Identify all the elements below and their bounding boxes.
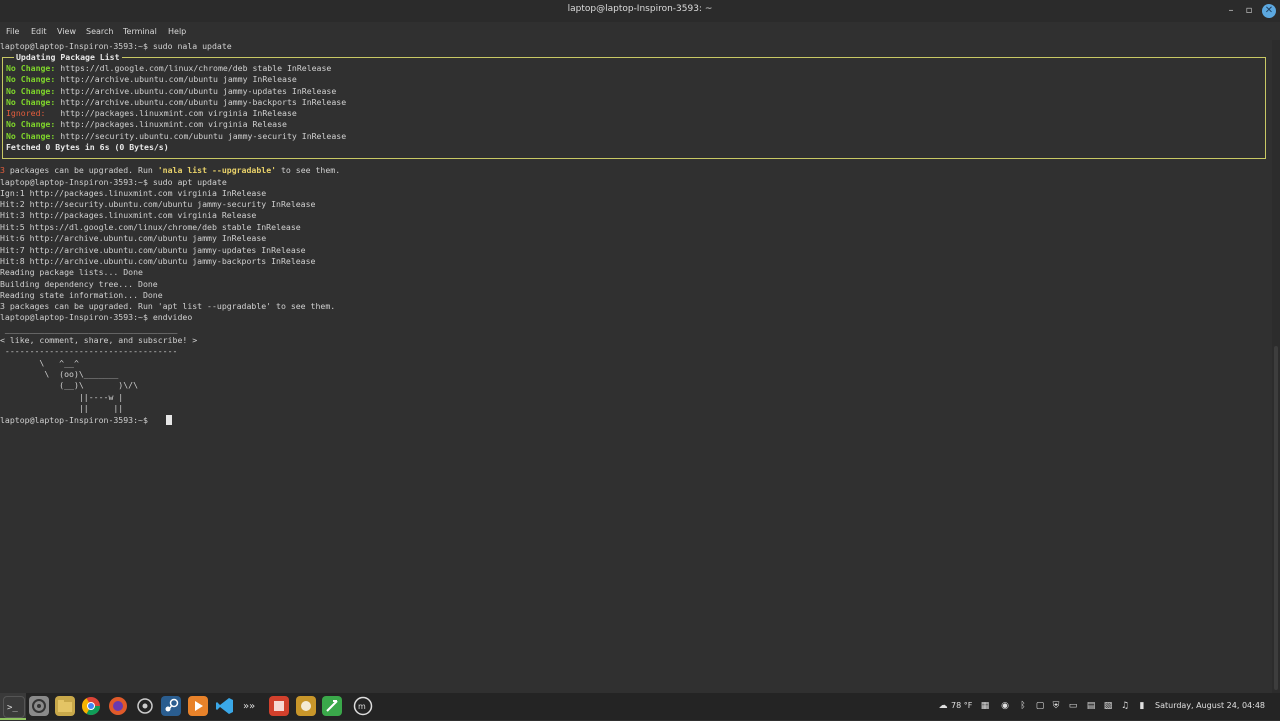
terminal-line: Ign:1 http://packages.linuxmint.com virg… xyxy=(0,188,267,198)
files-app-icon[interactable] xyxy=(55,696,75,716)
nala-fetched: Fetched 0 Bytes in 6s (0 Bytes/s) xyxy=(6,142,169,152)
mint-menu-app-icon[interactable]: m xyxy=(353,696,373,716)
app-green-icon xyxy=(326,700,338,712)
scrollbar-thumb[interactable] xyxy=(1274,346,1278,690)
nala-line: No Change: http://packages.linuxmint.com… xyxy=(6,119,287,129)
notes-icon[interactable]: ▤ xyxy=(1086,701,1096,711)
terminal-line: Hit:7 http://archive.ubuntu.com/ubuntu j… xyxy=(0,245,306,255)
terminal-line: 3 packages can be upgraded. Run 'nala li… xyxy=(0,165,341,175)
nala-line: No Change: http://archive.ubuntu.com/ubu… xyxy=(6,74,297,84)
weather-temp[interactable]: 78 °F xyxy=(951,701,972,710)
terminal-line: 3 packages can be upgraded. Run 'apt lis… xyxy=(0,301,336,311)
firefox-icon xyxy=(109,697,127,715)
svg-text:»»: »» xyxy=(243,701,255,712)
battery-icon[interactable]: ▮ xyxy=(1137,701,1147,711)
firefox-app-icon[interactable] xyxy=(108,696,128,716)
vscode-icon xyxy=(216,698,233,714)
nala-line: Ignored: http://packages.linuxmint.com v… xyxy=(6,108,297,118)
terminal-line: laptop@laptop-Inspiron-3593:~$ xyxy=(0,415,148,425)
terminal-line: Reading package lists... Done xyxy=(0,267,143,277)
svg-text:>_: >_ xyxy=(7,703,18,713)
menu-search[interactable]: Search xyxy=(86,27,113,36)
svg-text:m: m xyxy=(358,702,366,711)
terminal-line: Hit:8 http://archive.ubuntu.com/ubuntu j… xyxy=(0,256,316,266)
nala-line: No Change: http://archive.ubuntu.com/ubu… xyxy=(6,97,347,107)
nala-box-title: Updating Package List xyxy=(14,52,122,63)
terminal-line: laptop@laptop-Inspiron-3593:~$ sudo nala… xyxy=(0,41,232,51)
text-cursor xyxy=(166,415,172,425)
menu-terminal[interactable]: Terminal xyxy=(123,27,157,36)
record-icon[interactable]: ◉ xyxy=(1000,701,1010,711)
cowsay-line: < like, comment, share, and subscribe! > xyxy=(0,335,198,345)
cowsay-line: ----------------------------------- xyxy=(0,346,178,356)
green-app-icon[interactable] xyxy=(322,696,342,716)
chrome-app-icon[interactable] xyxy=(81,696,101,716)
nala-line: No Change: http://archive.ubuntu.com/ubu… xyxy=(6,86,337,96)
settings-app-icon[interactable] xyxy=(29,696,49,716)
bluetooth-icon[interactable]: ᛒ xyxy=(1018,701,1028,711)
network-icon[interactable]: ▭ xyxy=(1068,701,1078,711)
terminal-line: Building dependency tree... Done xyxy=(0,279,158,289)
red-app-icon[interactable] xyxy=(269,696,289,716)
code-app-icon[interactable]: »» xyxy=(242,696,262,716)
cowsay-line: || || xyxy=(0,403,124,413)
folder-icon xyxy=(58,700,72,712)
play-icon xyxy=(195,701,203,711)
menu-view[interactable]: View xyxy=(57,27,76,36)
app-gold-icon xyxy=(301,701,311,711)
mint-menu-icon: m xyxy=(353,696,373,716)
terminal-app-icon[interactable]: >_ xyxy=(3,696,25,718)
window-titlebar[interactable]: laptop@laptop-Inspiron-3593: ~ – ▫ ✕ xyxy=(0,0,1280,22)
menu-edit[interactable]: Edit xyxy=(31,27,47,36)
cowsay-line: ||----w | xyxy=(0,392,124,402)
steam-app-icon[interactable] xyxy=(161,696,181,716)
terminal-icon: >_ xyxy=(7,703,18,713)
system-icon xyxy=(137,698,153,714)
terminal-line: Hit:6 http://archive.ubuntu.com/ubuntu j… xyxy=(0,233,267,243)
terminal-line: laptop@laptop-Inspiron-3593:~$ endvideo xyxy=(0,312,193,322)
media-player-app-icon[interactable] xyxy=(188,696,208,716)
weather-icon[interactable]: ☁ xyxy=(938,701,948,711)
display-icon[interactable]: ▧ xyxy=(1103,701,1113,711)
terminal-line: Hit:2 http://security.ubuntu.com/ubuntu … xyxy=(0,199,316,209)
minimize-button[interactable]: – xyxy=(1224,4,1238,18)
chrome-icon xyxy=(82,697,100,716)
nala-line: No Change: http://security.ubuntu.com/ub… xyxy=(6,131,347,141)
cowsay-line: \ (oo)\_______ xyxy=(0,369,119,379)
shield-icon[interactable]: ⛨ xyxy=(1051,701,1061,711)
terminal-line: Reading state information... Done xyxy=(0,290,163,300)
steam-icon xyxy=(165,698,179,712)
menu-file[interactable]: File xyxy=(6,27,19,36)
terminal-line: laptop@laptop-Inspiron-3593:~$ sudo apt … xyxy=(0,177,227,187)
maximize-button[interactable]: ▫ xyxy=(1242,4,1256,18)
cowsay-line: (__)\ )\/\ xyxy=(0,380,139,390)
clipboard-icon[interactable]: ▢ xyxy=(1035,701,1045,711)
menu-help[interactable]: Help xyxy=(168,27,186,36)
cowsay-line: ___________________________________ xyxy=(0,324,178,334)
cowsay-line: \ ^__^ xyxy=(0,358,79,368)
trash-icon[interactable]: ▦ xyxy=(980,701,990,711)
sound-icon[interactable]: ♫ xyxy=(1120,701,1130,711)
system-app-icon[interactable] xyxy=(135,696,155,716)
clock[interactable]: Saturday, August 24, 04:48 xyxy=(1155,701,1265,710)
app-red-icon xyxy=(274,701,284,711)
menu-bar: File Edit View Search Terminal Help xyxy=(0,22,1280,40)
code-arrows-icon: »» xyxy=(243,701,255,712)
gold-app-icon[interactable] xyxy=(296,696,316,716)
terminal-line: Hit:5 https://dl.google.com/linux/chrome… xyxy=(0,222,301,232)
terminal-line: Hit:3 http://packages.linuxmint.com virg… xyxy=(0,210,257,220)
close-button[interactable]: ✕ xyxy=(1262,4,1276,18)
vscode-app-icon[interactable] xyxy=(215,696,235,716)
window-title: laptop@laptop-Inspiron-3593: ~ xyxy=(567,4,713,14)
gear-icon xyxy=(32,699,46,713)
nala-line: No Change: https://dl.google.com/linux/c… xyxy=(6,63,332,73)
